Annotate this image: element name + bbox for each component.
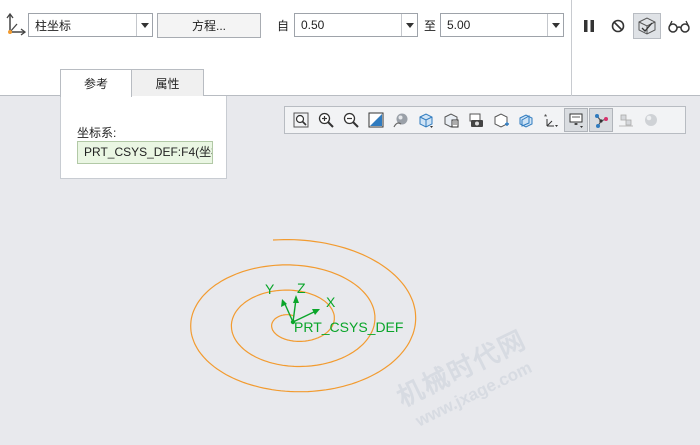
explode-icon bbox=[619, 114, 633, 127]
no-preview-button[interactable] bbox=[606, 13, 630, 39]
chevron-down-icon[interactable] bbox=[547, 14, 563, 36]
dashboard-toolbar: 柱坐标 方程... 自 0.50 至 5.00 参考 属性 bbox=[0, 0, 700, 97]
repaint-icon bbox=[368, 112, 384, 128]
spin-center-display-button[interactable] bbox=[589, 108, 613, 132]
view-manager-icon bbox=[444, 113, 459, 128]
curve-type-dropdown[interactable]: 柱坐标 bbox=[28, 13, 153, 37]
axis-y-label: Y bbox=[265, 281, 275, 297]
camera-icon bbox=[469, 113, 483, 127]
cylindrical-spiral-curve[interactable] bbox=[190, 239, 417, 393]
saved-orientations-button[interactable] bbox=[414, 108, 438, 132]
glasses-icon bbox=[668, 20, 690, 33]
to-value: 5.00 bbox=[447, 18, 471, 32]
csys-icon bbox=[6, 12, 26, 36]
no-preview-icon bbox=[611, 19, 625, 33]
zoom-out-button[interactable] bbox=[339, 108, 363, 132]
chevron-down-icon[interactable] bbox=[136, 14, 152, 36]
spin-center-button[interactable] bbox=[489, 108, 513, 132]
view-manager-button[interactable] bbox=[439, 108, 463, 132]
curve-type-value: 柱坐标 bbox=[35, 18, 72, 33]
from-value-input[interactable]: 0.50 bbox=[294, 13, 418, 37]
toolbar-divider bbox=[571, 0, 572, 96]
refit-icon bbox=[293, 112, 309, 128]
zoom-in-icon bbox=[318, 112, 334, 128]
cube-view-icon bbox=[419, 113, 433, 128]
datum-display-button[interactable]: * bbox=[539, 108, 563, 132]
equation-button[interactable]: 方程... bbox=[157, 13, 261, 38]
csys-name-label: PRT_CSYS_DEF bbox=[294, 319, 403, 335]
view-toolbar: * bbox=[284, 106, 686, 134]
from-label: 自 bbox=[277, 19, 290, 33]
pause-button[interactable] bbox=[577, 13, 601, 39]
chevron-down-icon[interactable] bbox=[401, 14, 417, 36]
tab-properties[interactable]: 属性 bbox=[131, 69, 204, 96]
to-value-input[interactable]: 5.00 bbox=[440, 13, 564, 37]
section-view-button[interactable] bbox=[514, 108, 538, 132]
display-style-button[interactable] bbox=[389, 108, 413, 132]
verify-icon bbox=[638, 17, 656, 35]
pause-icon bbox=[584, 20, 594, 32]
annotation-display-icon bbox=[569, 113, 583, 128]
axis-z-label: Z bbox=[297, 280, 306, 296]
zoom-out-icon bbox=[343, 112, 359, 128]
annotation-display-button[interactable] bbox=[564, 108, 588, 132]
zoom-in-button[interactable] bbox=[314, 108, 338, 132]
from-value: 0.50 bbox=[301, 18, 325, 32]
network-icon bbox=[595, 114, 608, 128]
spin-center-icon bbox=[494, 113, 509, 128]
verify-button[interactable] bbox=[633, 13, 661, 39]
graphics-canvas[interactable]: Y Z X PRT_CSYS_DEF 坐标系: PRT_CSYS_DEF:F4(… bbox=[0, 96, 700, 445]
refit-button[interactable] bbox=[289, 108, 313, 132]
tab-references[interactable]: 参考 bbox=[60, 69, 132, 97]
to-label: 至 bbox=[424, 19, 437, 33]
references-panel: 坐标系: PRT_CSYS_DEF:F4(坐标系 bbox=[60, 96, 227, 179]
explode-button bbox=[614, 108, 638, 132]
datum-display-icon: * bbox=[544, 113, 558, 127]
shading-icon bbox=[393, 113, 408, 128]
section-icon bbox=[519, 114, 533, 128]
csys-field-label: 坐标系: bbox=[77, 126, 117, 140]
perspective-button[interactable] bbox=[464, 108, 488, 132]
csys-collector-field[interactable]: PRT_CSYS_DEF:F4(坐标系 bbox=[77, 141, 213, 164]
repaint-button[interactable] bbox=[364, 108, 388, 132]
sphere-icon bbox=[645, 114, 657, 126]
preview-button[interactable] bbox=[664, 13, 694, 39]
appearance-button bbox=[639, 108, 663, 132]
axis-x-label: X bbox=[326, 294, 336, 310]
